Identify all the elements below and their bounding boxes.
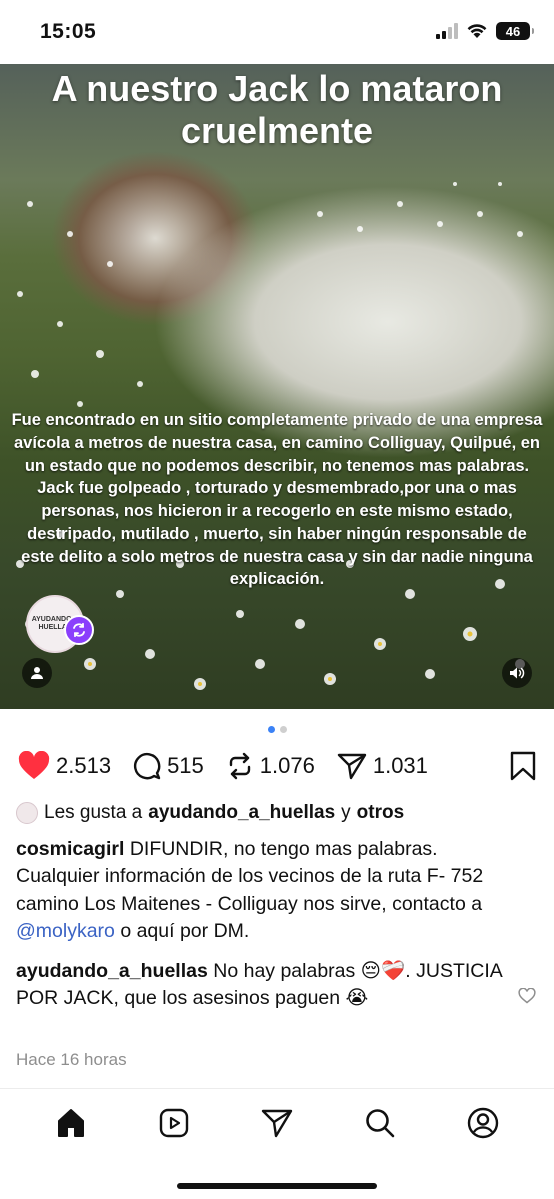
- post-image-text: Fue encontrado en un sitio completamente…: [10, 409, 544, 591]
- post-timestamp: Hace 16 horas: [16, 1050, 127, 1069]
- repost-count: 1.076: [259, 753, 315, 778]
- comment-like-button[interactable]: [518, 987, 536, 1009]
- send-icon: [261, 1109, 293, 1138]
- tagged-people-button[interactable]: [22, 658, 52, 688]
- home-icon: [58, 1109, 85, 1137]
- nav-reels[interactable]: [154, 1105, 194, 1141]
- heart-outline-icon: [518, 987, 536, 1004]
- comment-username[interactable]: ayudando_a_huellas: [16, 960, 208, 982]
- post-actions: 2.513 515 1.076 1.031: [18, 748, 538, 784]
- nav-home[interactable]: [51, 1105, 91, 1141]
- share-count: 1.031: [372, 753, 428, 778]
- send-icon: [337, 753, 367, 780]
- battery-level: 46: [505, 23, 521, 39]
- repost-icon: [229, 752, 250, 780]
- post-media[interactable]: A nuestro Jack lo mataron cruelmente Fue…: [0, 64, 554, 709]
- avatar: [16, 802, 38, 824]
- status-time: 15:05: [40, 20, 97, 43]
- comment-icon: [134, 752, 161, 780]
- comment-count: 515: [167, 753, 204, 778]
- sound-toggle-button[interactable]: [502, 658, 532, 688]
- liked-by-others[interactable]: otros: [357, 802, 405, 824]
- liked-by-connector: y: [341, 802, 351, 823]
- liked-by-row[interactable]: Les gusta a ayudando_a_huellas y otros: [16, 802, 540, 824]
- liked-by-prefix: Les gusta a: [44, 802, 143, 823]
- post-image-title: A nuestro Jack lo mataron cruelmente: [51, 68, 503, 152]
- nav-search[interactable]: [360, 1105, 400, 1141]
- post-image-paragraph: Jack fue golpeado , torturado y desmembr…: [21, 479, 533, 589]
- battery-icon: 46: [496, 22, 534, 40]
- home-indicator[interactable]: [177, 1183, 377, 1189]
- person-icon: [31, 667, 43, 679]
- like-button[interactable]: 2.513: [18, 751, 111, 781]
- carousel-dot-active: [267, 726, 275, 733]
- bookmark-icon: [510, 751, 536, 781]
- nav-profile[interactable]: [463, 1105, 503, 1141]
- bottom-navigation: [0, 1088, 554, 1199]
- liked-by-user[interactable]: ayudando_a_huellas: [148, 802, 335, 824]
- search-icon: [365, 1109, 395, 1138]
- post-caption: cosmicagirl DIFUNDIR, no tengo mas palab…: [16, 836, 526, 945]
- daisy-field-background: [16, 182, 525, 690]
- caption-text-after: o aquí por DM.: [120, 919, 250, 942]
- caption-username[interactable]: cosmicagirl: [16, 838, 124, 860]
- carousel-indicator: [0, 726, 554, 733]
- wifi-icon: [466, 23, 488, 39]
- caption-mention-link[interactable]: @molykaro: [16, 920, 115, 942]
- reels-icon: [159, 1108, 189, 1138]
- like-count: 2.513: [56, 753, 112, 778]
- status-bar: 15:05 46: [0, 0, 554, 64]
- repost-button[interactable]: 1.076: [226, 752, 315, 780]
- carousel-dot: [279, 726, 287, 733]
- speaker-icon: [510, 667, 525, 679]
- post-image-paragraph: Fue encontrado en un sitio completamente…: [11, 411, 543, 475]
- comment-item: ayudando_a_huellas No hay palabras 😔❤️‍🩹…: [16, 958, 506, 1013]
- profile-icon: [467, 1107, 498, 1139]
- status-icons: 46: [436, 22, 534, 40]
- repost-badge-icon[interactable]: [64, 615, 94, 645]
- heart-filled-icon: [18, 751, 50, 779]
- cellular-signal-icon: [436, 23, 458, 39]
- comment-button[interactable]: 515: [133, 752, 204, 780]
- nav-messages[interactable]: [257, 1105, 297, 1141]
- share-button[interactable]: 1.031: [337, 752, 428, 780]
- save-button[interactable]: [510, 751, 536, 786]
